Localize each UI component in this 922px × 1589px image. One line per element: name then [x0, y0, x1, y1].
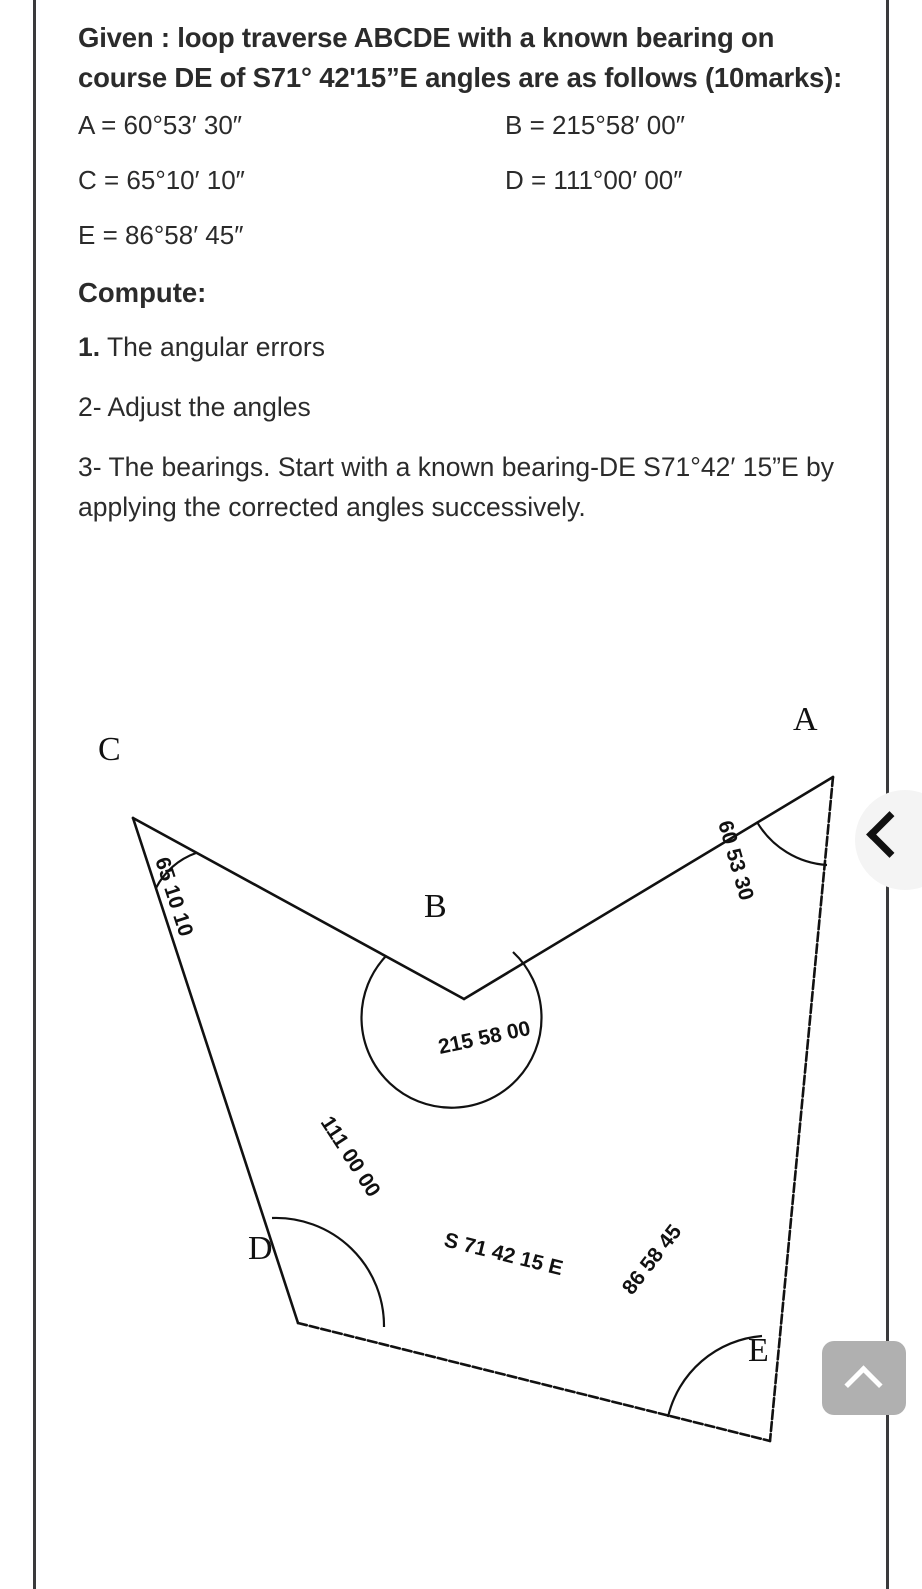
traverse-svg: C A B D E 65 10 10 60 53 30 215 58 00 11…: [98, 701, 835, 1443]
chevron-up-icon: [844, 1365, 883, 1404]
bearing-label-de: S 71 42 15 E: [442, 1229, 565, 1281]
angle-row: C = 65°10′ 10″ D = 111°00′ 00″: [78, 165, 848, 195]
side-ba: [462, 775, 835, 1001]
scroll-to-top-button[interactable]: [822, 1341, 906, 1415]
compute-step-1: 1. The angular errors: [78, 327, 848, 367]
vertex-label-c: C: [98, 731, 121, 768]
step-marker: 3-: [78, 452, 102, 482]
angle-value-a: A = 60°53′ 30″: [78, 110, 242, 140]
vertex-label-a: A: [793, 701, 818, 738]
angle-arc-d: [271, 1216, 386, 1328]
chevron-left-icon: [866, 811, 913, 858]
step-marker: 1.: [78, 332, 101, 362]
vertex-label-d: D: [248, 1230, 273, 1267]
step-text: The bearings. Start with a known bearing…: [78, 452, 835, 522]
angle-value-e: E = 86°58′ 45″: [78, 220, 244, 250]
angle-text-b: 215 58 00: [436, 1017, 532, 1059]
worksheet-text: Given : loop traverse ABCDE with a known…: [78, 18, 848, 547]
angle-row: E = 86°58′ 45″: [78, 220, 848, 250]
angle-row: A = 60°53′ 30″ B = 215°58′ 00″: [78, 110, 848, 140]
vertex-label-e: E: [748, 1332, 769, 1369]
vertex-label-b: B: [424, 888, 447, 925]
problem-statement: Given : loop traverse ABCDE with a known…: [78, 22, 843, 93]
angle-value-d: D = 111°00′ 00″: [505, 165, 683, 195]
given-angles-list: A = 60°53′ 30″ B = 215°58′ 00″ C = 65°10…: [78, 110, 848, 250]
compute-step-2: 2- Adjust the angles: [78, 387, 848, 427]
side-ae: [768, 775, 835, 1443]
compute-step-3: 3- The bearings. Start with a known bear…: [78, 447, 848, 527]
angle-text-e: 86 58 45: [618, 1220, 687, 1299]
angle-arc-a: [756, 821, 828, 867]
compute-heading: Compute:: [78, 277, 207, 308]
step-marker: 2-: [78, 392, 102, 422]
step-text: The angular errors: [100, 332, 325, 362]
angle-value-c: C = 65°10′ 10″: [78, 165, 245, 195]
traverse-diagram: C A B D E 65 10 10 60 53 30 215 58 00 11…: [0, 690, 922, 1480]
angle-text-d: 111 00 00: [316, 1112, 385, 1201]
step-text: Adjust the angles: [101, 392, 311, 422]
side-de: [296, 1321, 772, 1443]
angle-text-c: 65 10 10: [150, 854, 197, 939]
angle-value-b: B = 215°58′ 00″: [505, 110, 685, 140]
angle-text-a: 60 53 30: [713, 818, 758, 903]
